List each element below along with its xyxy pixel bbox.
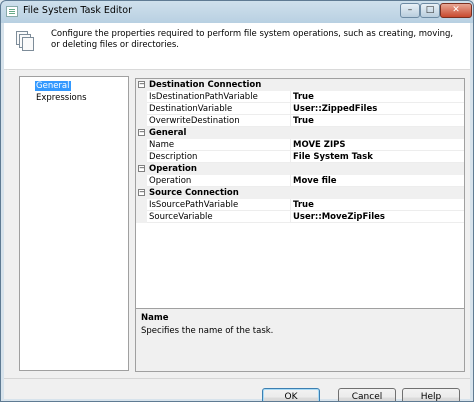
property-row[interactable]: Description File System Task	[136, 151, 464, 163]
property-value[interactable]: File System Task	[293, 152, 373, 162]
header-description: Configure the properties required to per…	[51, 29, 454, 50]
category-operation[interactable]: − Operation	[136, 163, 464, 175]
divider	[4, 378, 470, 379]
property-value[interactable]: True	[293, 200, 314, 210]
property-name: OverwriteDestination	[149, 116, 240, 126]
dialog-window: File System Task Editor – □ ✕ Configure …	[0, 0, 474, 402]
nav-item-expressions[interactable]: Expressions	[35, 93, 88, 103]
property-help-panel: Name Specifies the name of the task.	[135, 308, 465, 372]
property-name: SourceVariable	[149, 212, 213, 222]
category-label: Source Connection	[149, 188, 239, 198]
property-value[interactable]: True	[293, 92, 314, 102]
property-value[interactable]: User::ZippedFiles	[293, 104, 377, 114]
collapse-icon[interactable]: −	[138, 189, 145, 196]
property-name: IsSourcePathVariable	[149, 200, 239, 210]
collapse-icon[interactable]: −	[138, 81, 145, 88]
property-name: IsDestinationPathVariable	[149, 92, 258, 102]
header-panel: Configure the properties required to per…	[4, 23, 470, 70]
property-value[interactable]: User::MoveZipFiles	[293, 212, 385, 222]
page-navigation-list[interactable]: General Expressions	[19, 76, 129, 371]
category-destination-connection[interactable]: − Destination Connection	[136, 79, 464, 91]
property-name: Operation	[149, 176, 192, 186]
property-value[interactable]: Move file	[293, 176, 337, 186]
property-row[interactable]: IsDestinationPathVariable True	[136, 91, 464, 103]
category-label: Destination Connection	[149, 80, 262, 90]
help-text: Specifies the name of the task.	[141, 326, 274, 336]
dialog-body: Configure the properties required to per…	[4, 23, 470, 401]
property-row[interactable]: DestinationVariable User::ZippedFiles	[136, 103, 464, 115]
task-pages-icon	[16, 31, 34, 51]
property-row[interactable]: OverwriteDestination True	[136, 115, 464, 127]
collapse-icon[interactable]: −	[138, 165, 145, 172]
property-name: Description	[149, 152, 198, 162]
property-row[interactable]: SourceVariable User::MoveZipFiles	[136, 211, 464, 223]
maximize-button[interactable]: □	[420, 3, 440, 18]
property-value[interactable]: MOVE ZIPS	[293, 140, 345, 150]
window-title: File System Task Editor	[23, 5, 132, 16]
category-label: Operation	[149, 164, 197, 174]
property-name: Name	[149, 140, 175, 150]
cancel-button[interactable]: Cancel	[338, 388, 396, 401]
title-bar[interactable]: File System Task Editor – □ ✕	[1, 1, 473, 23]
category-general[interactable]: − General	[136, 127, 464, 139]
collapse-icon[interactable]: −	[138, 129, 145, 136]
ok-button[interactable]: OK	[262, 388, 320, 401]
close-button[interactable]: ✕	[440, 3, 472, 18]
property-name: DestinationVariable	[149, 104, 233, 114]
category-source-connection[interactable]: − Source Connection	[136, 187, 464, 199]
minimize-button[interactable]: –	[400, 3, 420, 18]
help-button[interactable]: Help	[402, 388, 460, 401]
app-icon	[6, 6, 18, 17]
property-row[interactable]: Name MOVE ZIPS	[136, 139, 464, 151]
nav-item-general[interactable]: General	[35, 81, 71, 91]
property-row[interactable]: Operation Move file	[136, 175, 464, 187]
property-value[interactable]: True	[293, 116, 314, 126]
property-row[interactable]: IsSourcePathVariable True	[136, 199, 464, 211]
help-title: Name	[141, 313, 169, 323]
category-label: General	[149, 128, 187, 138]
